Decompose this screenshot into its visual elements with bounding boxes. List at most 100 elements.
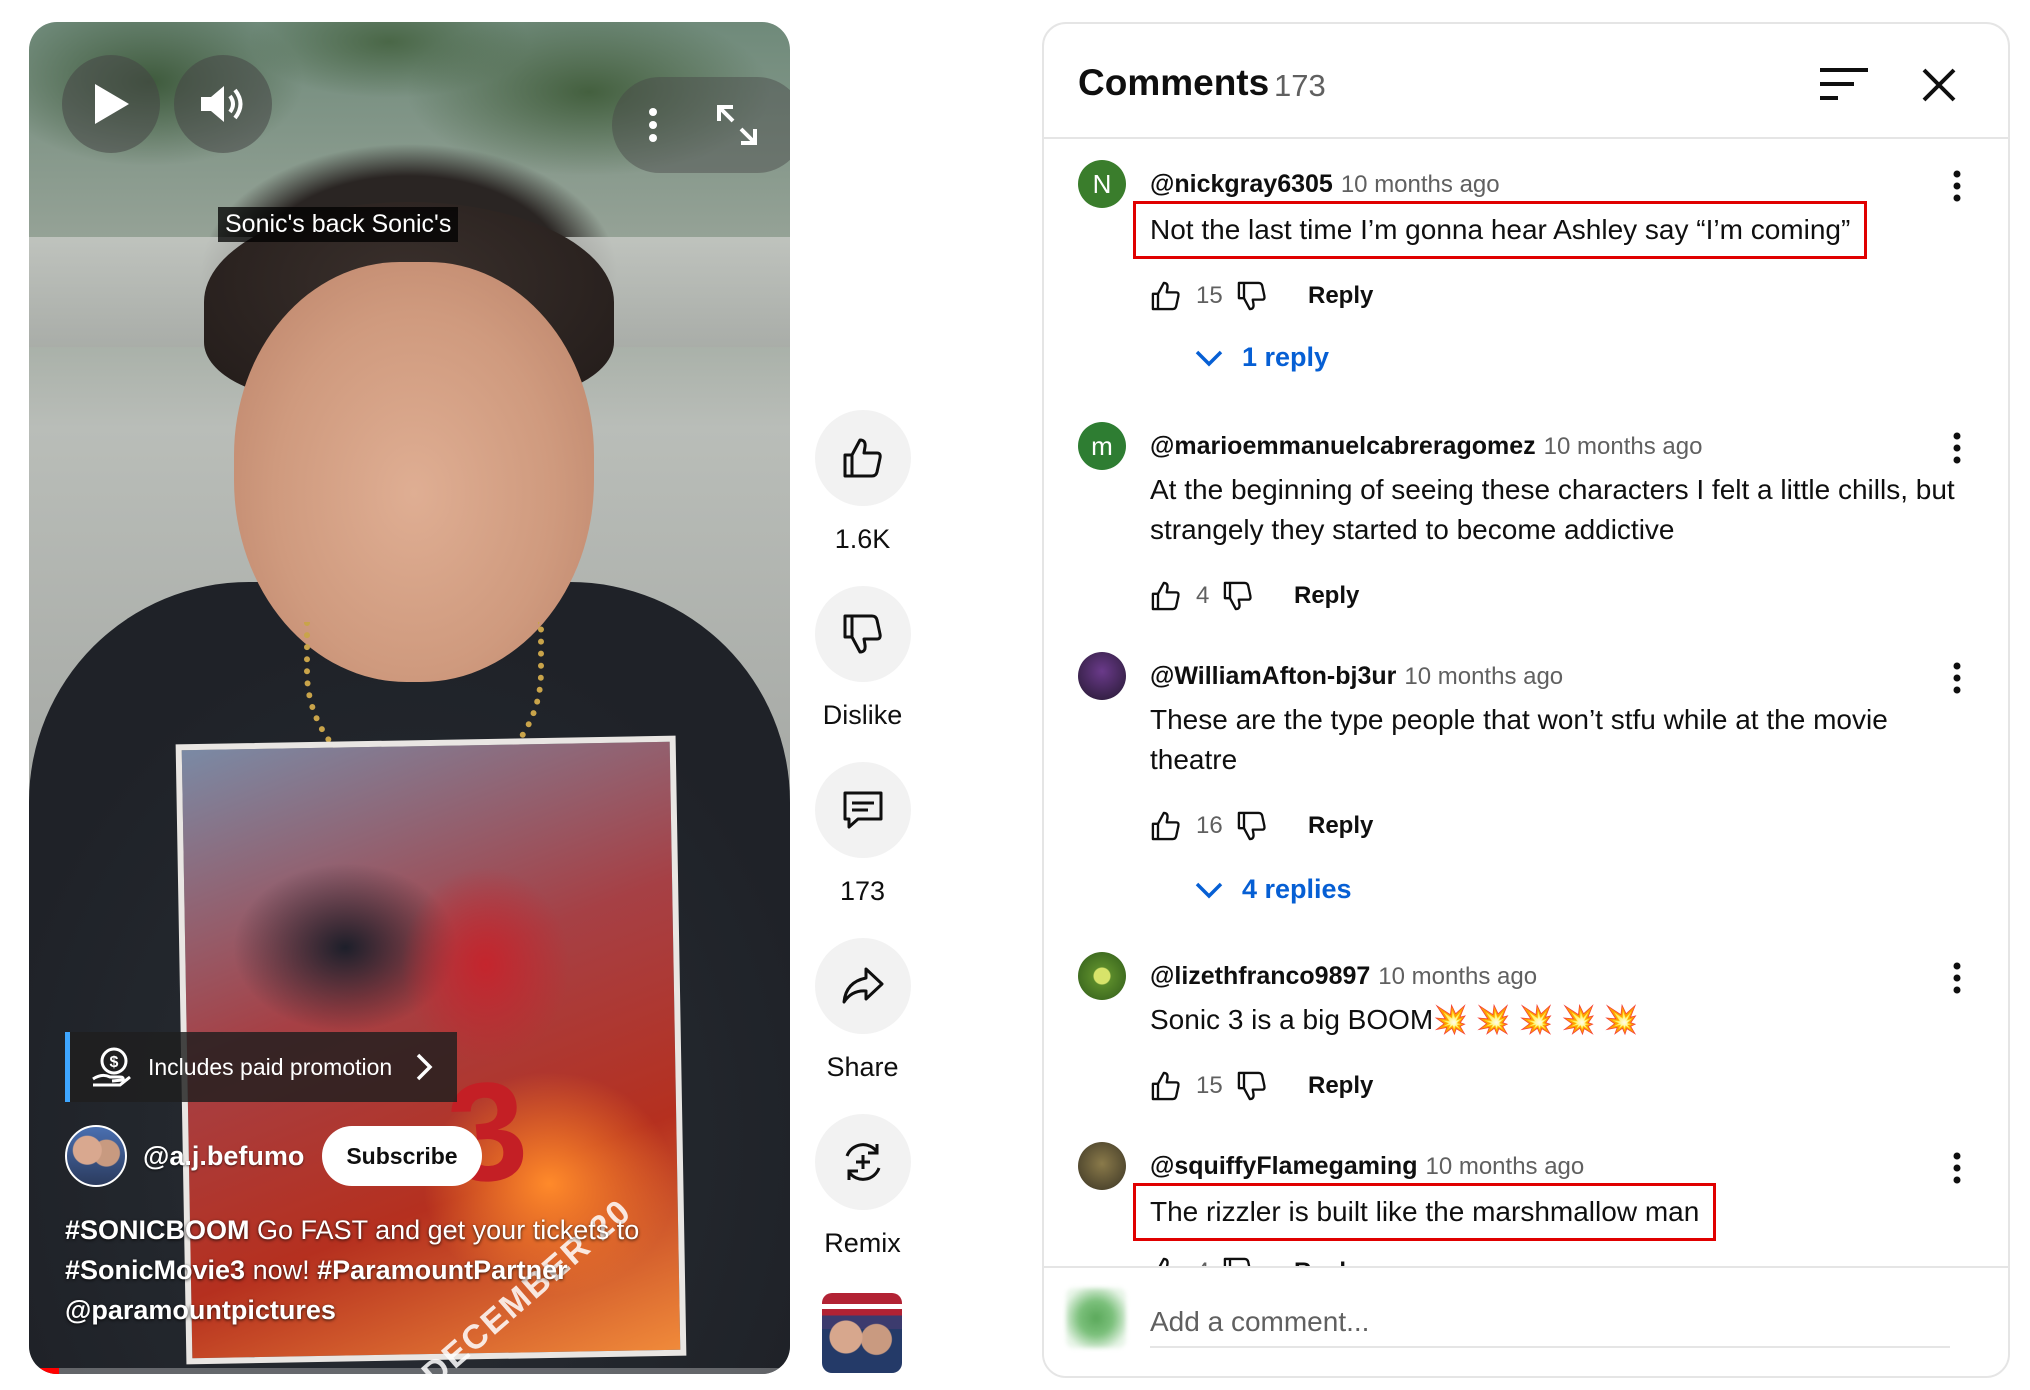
like-button[interactable]	[814, 410, 911, 506]
comment-author-name[interactable]: @nickgray6305	[1150, 170, 1333, 198]
more-options-button[interactable]	[623, 87, 683, 163]
share-icon	[842, 967, 883, 1004]
thumbs-up-icon[interactable]	[1150, 580, 1182, 612]
more-vert-icon	[1953, 662, 1961, 694]
volume-button[interactable]	[174, 55, 272, 153]
comment-icon	[843, 791, 882, 829]
paid-promotion-banner[interactable]: $ Includes paid promotion	[65, 1032, 457, 1102]
video-caption: Sonic's back Sonic's	[218, 207, 459, 242]
thumbs-up-icon[interactable]	[1150, 280, 1182, 312]
channel-avatar[interactable]	[65, 1125, 127, 1187]
comment-menu-button[interactable]	[1942, 428, 1972, 468]
like-count: 1.6K	[834, 524, 891, 554]
comment-author[interactable]: @squiffyFlamegaming 10 months ago	[1150, 1152, 1584, 1181]
current-user-avatar	[1066, 1288, 1126, 1348]
comment-author[interactable]: @nickgray6305 10 months ago	[1150, 170, 1500, 199]
comment-text: Not the last time I’m gonna hear Ashley …	[1132, 201, 1868, 259]
chevron-right-icon	[416, 1053, 433, 1081]
thumbs-down-icon[interactable]	[1222, 580, 1254, 612]
close-icon	[1922, 68, 1956, 102]
comment-actions: 15 Reply	[1150, 276, 1373, 316]
fullscreen-button[interactable]	[699, 87, 775, 163]
comment-timestamp[interactable]: 10 months ago	[1425, 1153, 1584, 1180]
thumbs-up-icon[interactable]	[1150, 810, 1182, 842]
close-button[interactable]	[1914, 60, 1964, 110]
reply-button[interactable]: Reply	[1308, 282, 1373, 310]
share-button[interactable]	[814, 938, 911, 1034]
hashtag-paramountpartner[interactable]: #ParamountPartner	[317, 1255, 568, 1285]
subscribe-button[interactable]: Subscribe	[322, 1126, 482, 1186]
thumbs-down-icon[interactable]	[1236, 280, 1268, 312]
channel-thumbnail[interactable]	[822, 1293, 902, 1373]
replies-count: 1 reply	[1242, 342, 1330, 372]
comments-header: Comments 173	[1044, 24, 2008, 139]
thumbs-up-icon[interactable]	[1150, 1070, 1182, 1102]
remix-button[interactable]	[814, 1114, 911, 1210]
play-button[interactable]	[62, 55, 160, 153]
commenter-avatar[interactable]: N	[1078, 160, 1126, 208]
dislike-button[interactable]	[814, 586, 911, 682]
comment-menu-button[interactable]	[1942, 166, 1972, 206]
paid-promotion-label: Includes paid promotion	[148, 1053, 393, 1080]
description-text: Go FAST and get your tickets to	[249, 1215, 640, 1245]
channel-handle[interactable]: @a.j.befumo	[143, 1141, 304, 1172]
comments-panel: Comments 173 N @nickgray6305 10 months ag…	[1042, 22, 2010, 1378]
more-vert-icon	[1953, 962, 1961, 994]
person-face	[234, 262, 594, 682]
commenter-avatar[interactable]	[1078, 652, 1126, 700]
comment-author-name[interactable]: @marioemmanuelcabreragomez	[1150, 432, 1536, 460]
view-replies-button[interactable]: 4 replies	[1194, 874, 1352, 905]
comment-author[interactable]: @marioemmanuelcabreragomez 10 months ago	[1150, 432, 1702, 461]
view-replies-button[interactable]: 1 reply	[1194, 342, 1329, 373]
more-vert-icon	[1953, 1152, 1961, 1184]
comment-author-name[interactable]: @WilliamAfton-bj3ur	[1150, 662, 1396, 690]
video-progress-bar[interactable]	[29, 1368, 790, 1374]
comment-text: At the beginning of seeing these charact…	[1150, 474, 1955, 545]
commenter-avatar[interactable]	[1078, 1142, 1126, 1190]
channel-row: @a.j.befumo Subscribe	[65, 1125, 482, 1187]
comment-timestamp[interactable]: 10 months ago	[1544, 433, 1703, 460]
short-video-player[interactable]: 3 DECEMBER 20 Sonic's back Sonic's $ Inc…	[29, 22, 790, 1374]
avatar-letter: m	[1091, 430, 1113, 461]
comment-actions: 4 Reply	[1150, 576, 1359, 616]
comment-timestamp[interactable]: 10 months ago	[1341, 171, 1500, 198]
comment-author-name[interactable]: @lizethfranco9897	[1150, 962, 1370, 990]
chevron-down-icon	[1195, 350, 1223, 366]
comments-title: Comments	[1078, 62, 1270, 103]
thumbs-down-icon[interactable]	[1236, 1070, 1268, 1102]
remix-icon	[845, 1143, 880, 1181]
mention-paramountpictures[interactable]: @paramountpictures	[65, 1295, 336, 1325]
comment-menu-button[interactable]	[1942, 958, 1972, 998]
sort-button[interactable]	[1816, 62, 1872, 108]
thumbs-down-icon[interactable]	[1236, 810, 1268, 842]
fullscreen-icon	[717, 105, 757, 145]
svg-text:$: $	[110, 1054, 119, 1071]
comment-menu-button[interactable]	[1942, 1148, 1972, 1188]
comment-author-name[interactable]: @squiffyFlamegaming	[1150, 1152, 1417, 1180]
chevron-down-icon	[1195, 882, 1223, 898]
commenter-avatar[interactable]	[1078, 952, 1126, 1000]
commenter-avatar[interactable]: m	[1078, 422, 1126, 470]
video-description: #SONICBOOM Go FAST and get your tickets …	[65, 1210, 705, 1330]
comment-actions: 16 Reply	[1150, 806, 1373, 846]
comment-menu-button[interactable]	[1942, 658, 1972, 698]
add-comment-input[interactable]	[1150, 1298, 1950, 1348]
reply-button[interactable]: Reply	[1308, 1072, 1373, 1100]
comment-like-count: 15	[1196, 1072, 1223, 1099]
reply-button[interactable]: Reply	[1308, 812, 1373, 840]
comments-action: 173	[800, 762, 925, 907]
description-text: now!	[245, 1255, 318, 1285]
reply-button[interactable]: Reply	[1294, 582, 1359, 610]
comment-author[interactable]: @lizethfranco9897 10 months ago	[1150, 962, 1537, 991]
comment-text: Sonic 3 is a big BOOM💥 💥 💥 💥 💥	[1150, 1004, 1639, 1035]
share-action: Share	[800, 938, 925, 1083]
replies-count: 4 replies	[1242, 874, 1352, 904]
comment-author[interactable]: @WilliamAfton-bj3ur 10 months ago	[1150, 662, 1563, 691]
hashtag-sonicmovie3[interactable]: #SonicMovie3	[65, 1255, 245, 1285]
sort-icon	[1820, 68, 1868, 100]
comment-timestamp[interactable]: 10 months ago	[1404, 663, 1563, 690]
thumbs-up-icon	[843, 438, 882, 478]
comment-timestamp[interactable]: 10 months ago	[1378, 963, 1537, 990]
hashtag-sonicboom[interactable]: #SONICBOOM	[65, 1215, 250, 1245]
comments-button[interactable]	[814, 762, 911, 858]
